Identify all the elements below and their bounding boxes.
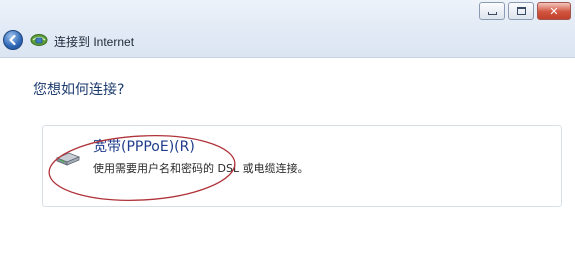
- maximize-button[interactable]: [508, 2, 534, 20]
- title-bar: ✕ 连接到 Internet: [0, 0, 575, 58]
- connection-options-panel: 宽带(PPPoE)(R) 使用需要用户名和密码的 DSL 或电缆连接。: [42, 125, 562, 207]
- option-title: 宽带(PPPoE)(R): [93, 139, 195, 155]
- window-title: 连接到 Internet: [54, 35, 135, 49]
- maximize-icon: [516, 7, 526, 15]
- network-icon: [30, 34, 48, 46]
- minimize-icon: [487, 12, 497, 15]
- minimize-button[interactable]: [479, 2, 505, 20]
- page-question: 您想如何连接?: [33, 82, 125, 98]
- window-controls: ✕: [479, 2, 571, 20]
- back-arrow-icon: [9, 34, 16, 46]
- broadband-modem-icon: [55, 152, 81, 166]
- option-description: 使用需要用户名和密码的 DSL 或电缆连接。: [93, 162, 309, 175]
- option-broadband-pppoe[interactable]: 宽带(PPPoE)(R) 使用需要用户名和密码的 DSL 或电缆连接。: [47, 131, 309, 181]
- back-button[interactable]: [3, 30, 23, 50]
- close-icon: ✕: [549, 4, 559, 18]
- close-button[interactable]: ✕: [537, 2, 571, 20]
